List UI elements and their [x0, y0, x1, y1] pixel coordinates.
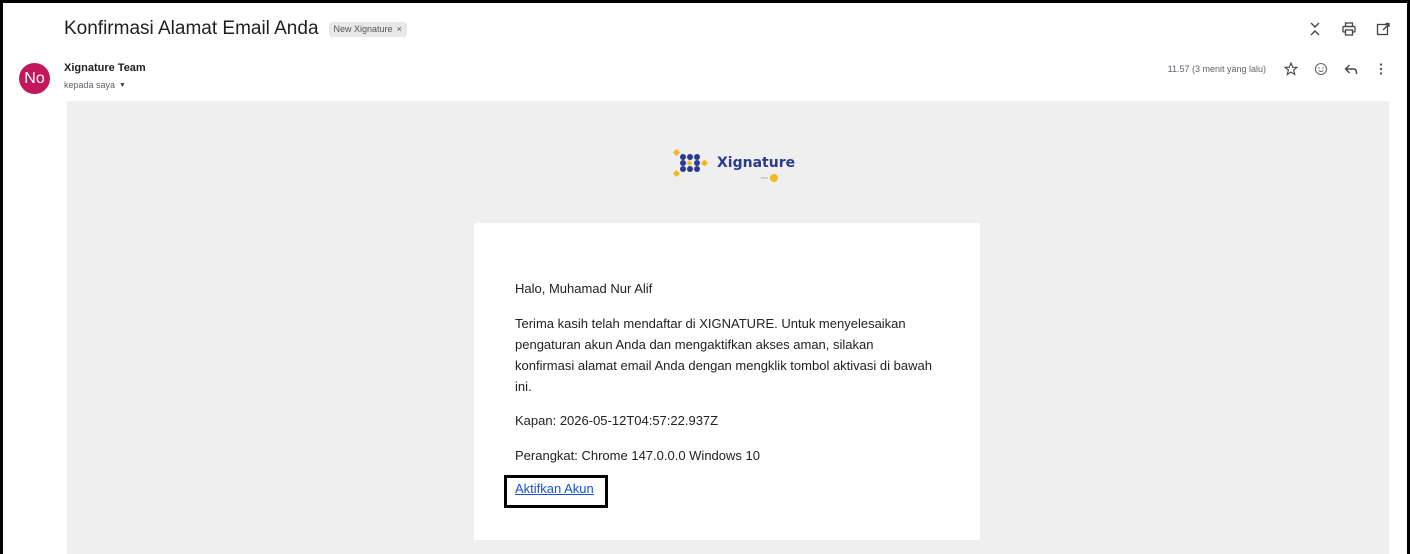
greeting: Halo, Muhamad Nur Alif [515, 281, 653, 296]
thread-toolbar [1308, 22, 1390, 36]
reply-icon[interactable] [1344, 62, 1358, 76]
activate-account-link[interactable]: Aktifkan Akun [515, 481, 594, 496]
sender-avatar[interactable]: No [19, 63, 50, 94]
email-body-canvas: Xignature Halo, Muhamad Nur Alif Terima … [67, 101, 1389, 554]
more-options-icon[interactable] [1374, 62, 1388, 76]
recipient-text: kepada saya [64, 80, 116, 90]
open-new-window-icon[interactable] [1376, 22, 1390, 36]
sender-name[interactable]: Xignature Team [64, 62, 146, 74]
label-chip[interactable]: New Xignature × [328, 21, 407, 37]
email-subject: Konfirmasi Alamat Email Anda [64, 18, 319, 39]
body-paragraph: Terima kasih telah mendaftar di XIGNATUR… [515, 316, 932, 394]
star-icon[interactable] [1284, 62, 1298, 76]
subject-row: Konfirmasi Alamat Email Anda New Xignatu… [64, 18, 407, 40]
brand-name: Xignature [717, 155, 796, 171]
expand-collapse-icon[interactable] [1308, 22, 1322, 36]
remove-label-icon[interactable]: × [397, 24, 402, 34]
recipient-details[interactable]: kepada saya ▼ [64, 80, 126, 90]
xignature-logo-icon [672, 149, 709, 177]
timestamp: 11.57 (3 menit yang lalu) [1167, 64, 1266, 74]
chevron-down-icon[interactable]: ▼ [119, 82, 126, 89]
message-actions: 11.57 (3 menit yang lalu) [1168, 62, 1388, 76]
print-icon[interactable] [1342, 22, 1356, 36]
emoji-reaction-icon[interactable] [1314, 62, 1328, 76]
label-chip-text: New Xignature [333, 24, 393, 34]
brand-accent-icon [761, 174, 778, 182]
message-card: Halo, Muhamad Nur Alif Terima kasih tela… [474, 223, 980, 540]
timestamp-detail: Kapan: 2026-05-12T04:57:22.937Z [515, 413, 719, 428]
device-detail: Perangkat: Chrome 147.0.0.0 Windows 10 [515, 448, 760, 463]
